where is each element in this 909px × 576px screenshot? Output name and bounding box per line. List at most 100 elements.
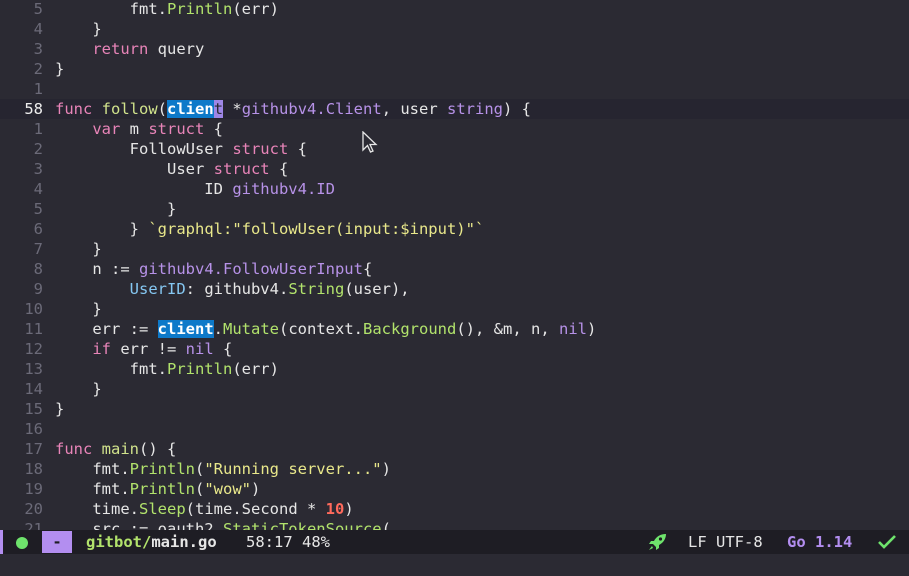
code-token: } [55,240,102,258]
code-token: githubv4.ID [232,180,335,198]
text-cursor: t [214,100,223,118]
code-token: } [55,60,64,78]
code-token: UserID [130,280,186,298]
line-number: 58 [0,99,43,119]
status-bar: - gitbot/main.go 58:17 48% LF UTF-8 Go 1… [0,530,909,554]
cursor-position: 58:17 48% [246,530,330,554]
code-line[interactable]: 1 var m struct { [0,119,909,139]
line-number: 7 [0,239,43,259]
code-token: Println [167,0,232,18]
code-text: fmt.Println("Running server...") [55,459,391,479]
line-number: 19 [0,479,43,499]
code-token: 10 [326,500,345,518]
code-token: time. [55,500,139,518]
code-token: n := [55,260,139,278]
file-path[interactable]: gitbot/main.go [86,530,217,554]
code-token: ( [382,520,391,530]
code-token: err := [55,320,158,338]
encoding-indicator[interactable]: LF UTF-8 [688,530,763,554]
code-token: nil [186,340,214,358]
code-line[interactable]: 2 FollowUser struct { [0,139,909,159]
code-line[interactable]: 9 UserID: githubv4.String(user), [0,279,909,299]
code-line[interactable]: 11 err := client.Mutate(context.Backgrou… [0,319,909,339]
code-line[interactable]: 2} [0,59,909,79]
code-token: () { [139,440,176,458]
code-line[interactable]: 17func main() { [0,439,909,459]
code-token: } [55,380,102,398]
code-token: Sleep [139,500,186,518]
line-number: 4 [0,179,43,199]
code-token: struct [214,160,270,178]
code-line[interactable]: 19 fmt.Println("wow") [0,479,909,499]
code-token: , user [382,100,447,118]
code-token: { [270,160,289,178]
code-text: return query [55,39,204,59]
line-number: 3 [0,159,43,179]
code-text: } [55,19,102,39]
code-text: var m struct { [55,119,223,139]
highlighted-symbol: client [158,320,214,338]
code-token: m [120,120,148,138]
code-token: { [204,120,223,138]
code-token: ( [195,480,204,498]
code-line[interactable]: 4 ID githubv4.ID [0,179,909,199]
code-line[interactable]: 21 src := oauth2.StaticTokenSource( [0,519,909,530]
code-token: src := oauth2. [55,520,223,530]
code-token: if [92,340,111,358]
code-line[interactable]: 3 User struct { [0,159,909,179]
current-code-line[interactable]: 58func follow(client *githubv4.Client, u… [0,99,909,119]
code-line[interactable]: 18 fmt.Println("Running server...") [0,459,909,479]
code-token: { [363,260,372,278]
code-token: { [288,140,307,158]
code-token: var [92,120,120,138]
line-number: 6 [0,219,43,239]
code-line[interactable]: 20 time.Sleep(time.Second * 10) [0,499,909,519]
code-line[interactable]: 8 n := githubv4.FollowUserInput{ [0,259,909,279]
code-token: } [55,20,102,38]
code-token: func [55,100,92,118]
code-token: Background [363,320,456,338]
code-text: } [55,379,102,399]
code-token: (user), [344,280,409,298]
code-line[interactable]: 16 [0,419,909,439]
code-text: UserID: githubv4.String(user), [55,279,410,299]
file-name: main.go [151,533,216,551]
code-token: fmt. [55,360,167,378]
status-accent-bar [0,530,3,554]
code-line[interactable]: 4 } [0,19,909,39]
code-text: src := oauth2.StaticTokenSource( [55,519,391,530]
rocket-icon [648,533,668,551]
code-token: ) [251,480,260,498]
code-line[interactable]: 15} [0,399,909,419]
code-token: fmt. [55,460,130,478]
code-line[interactable]: 10 } [0,299,909,319]
code-editor[interactable]: 5 fmt.Println(err)4 }3 return query2}158… [0,0,909,530]
language-indicator[interactable]: Go 1.14 [787,530,852,554]
code-line[interactable]: 5 } [0,199,909,219]
code-line[interactable]: 13 fmt.Println(err) [0,359,909,379]
code-text: User struct { [55,159,288,179]
code-token: Println [167,360,232,378]
code-line[interactable]: 14 } [0,379,909,399]
line-number: 1 [0,79,43,99]
code-line[interactable]: 12 if err != nil { [0,339,909,359]
code-token: (context. [279,320,363,338]
code-line[interactable]: 6 } `graphql:"followUser(input:$input)"` [0,219,909,239]
code-line[interactable]: 7 } [0,239,909,259]
code-token: . [214,320,223,338]
code-token: } [55,220,148,238]
code-line[interactable]: 1 [0,79,909,99]
code-token: ) { [503,100,531,118]
code-token: } [55,200,176,218]
code-token: } [55,300,102,318]
code-line[interactable]: 3 return query [0,39,909,59]
code-text: fmt.Println("wow") [55,479,260,499]
code-text: } [55,59,64,79]
code-token: "Running server..." [204,460,381,478]
code-token: Println [130,480,195,498]
code-token: * [223,100,242,118]
code-line[interactable]: 5 fmt.Println(err) [0,0,909,19]
code-token: Println [130,460,195,478]
code-token: fmt. [55,0,167,18]
code-text: err := client.Mutate(context.Background(… [55,319,596,339]
